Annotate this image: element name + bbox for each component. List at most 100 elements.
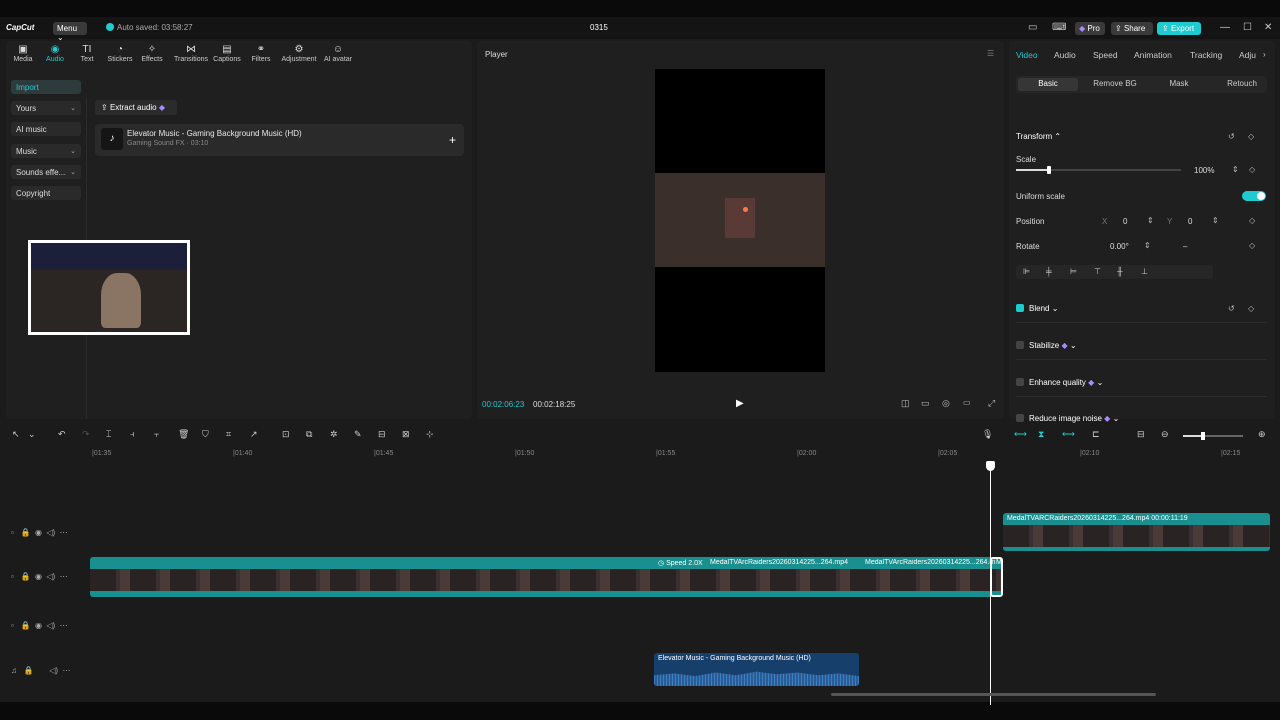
blend-section[interactable]: Blend ⌄ — [1016, 304, 1058, 313]
overlay-video-clip[interactable]: MedalTVARCRaiders20260314225...264.mp4 0… — [1003, 513, 1270, 551]
split-right-icon[interactable]: ⫟ — [154, 429, 159, 440]
tab-transitions[interactable]: ⋈ Transitions — [172, 44, 210, 63]
blend-checkbox[interactable] — [1016, 304, 1024, 312]
sidebar-item-ai-music[interactable]: AI music — [11, 122, 81, 136]
keyframe-icon[interactable]: ◇ — [1249, 216, 1255, 225]
tab-media[interactable]: ▣ Media — [6, 44, 40, 63]
player-menu-icon[interactable]: ☰ — [987, 49, 994, 58]
lock-icon[interactable]: 🔒 — [21, 572, 31, 581]
rotate-minus[interactable]: – — [1183, 242, 1187, 251]
subtab-remove-bg[interactable]: Remove BG — [1084, 79, 1146, 88]
tab-text[interactable]: TI Text — [70, 44, 104, 63]
layout-icon[interactable]: ▭ — [1028, 22, 1037, 33]
tab-tracking[interactable]: Tracking — [1190, 50, 1222, 60]
tab-ai-avatar[interactable]: ☺ AI avatar — [320, 44, 356, 63]
align-left-icon[interactable]: ⊫ — [1023, 267, 1030, 276]
zoom-in-icon[interactable]: ⊕ — [1258, 429, 1266, 440]
track-thumb-icon[interactable]: ▫ — [11, 621, 14, 630]
redo-icon[interactable]: ↷ — [82, 429, 90, 440]
split-icon[interactable]: ⌶ — [106, 429, 111, 440]
pro-button[interactable]: ◆ Pro — [1075, 22, 1105, 35]
subtab-basic[interactable]: Basic — [1018, 78, 1078, 91]
preview-axis-icon[interactable]: ⊏ — [1092, 429, 1100, 440]
tab-audio-props[interactable]: Audio — [1054, 50, 1076, 60]
keyframe-icon[interactable]: ◇ — [1248, 132, 1254, 141]
transform-section[interactable]: Transform ⌃ — [1016, 132, 1061, 141]
share-button[interactable]: ⇪ Share — [1111, 22, 1153, 35]
resize-icon[interactable]: ⊠ — [402, 429, 410, 440]
audio-track-icon[interactable]: ♫ — [11, 666, 17, 675]
keyframe-icon[interactable]: ◇ — [1248, 304, 1254, 313]
speaker-icon[interactable]: ◁) — [46, 528, 55, 537]
tab-adjustment[interactable]: ⚙ Adjustment — [279, 44, 319, 63]
microphone-icon[interactable]: 🎙 — [982, 429, 993, 440]
subtab-mask[interactable]: Mask — [1149, 79, 1209, 88]
stepper-icon[interactable]: ⇕ — [1144, 241, 1151, 250]
more-icon[interactable]: ⋯ — [60, 572, 68, 581]
add-track-button[interactable]: + — [449, 133, 456, 147]
sidebar-item-import[interactable]: Import — [11, 80, 81, 94]
chevron-down-icon[interactable]: ⌄ — [28, 429, 36, 440]
pos-y-input[interactable]: 0 — [1188, 217, 1192, 226]
track-thumb-icon[interactable]: ▫ — [11, 572, 14, 581]
lock-icon[interactable]: 🔒 — [21, 528, 31, 537]
caption-icon[interactable]: ⊟ — [378, 429, 386, 440]
curve-icon[interactable]: ↗ — [250, 429, 258, 440]
tab-animation[interactable]: Animation — [1134, 50, 1172, 60]
magic-icon[interactable]: ✎ — [354, 429, 362, 440]
more-icon[interactable]: ⋯ — [60, 528, 68, 537]
pos-x-input[interactable]: 0 — [1123, 217, 1127, 226]
replace-icon[interactable]: ⊡ — [282, 429, 290, 440]
timeline-scrollbar[interactable] — [831, 693, 1156, 696]
scene-split-icon[interactable]: ⊹ — [426, 429, 434, 440]
tab-adjust[interactable]: Adju — [1239, 50, 1259, 60]
scale-value[interactable]: 100% — [1194, 166, 1214, 175]
close-icon[interactable]: ✕ — [1264, 22, 1272, 33]
keyframe-icon[interactable]: ◇ — [1249, 165, 1255, 174]
sidebar-item-yours[interactable]: Yours ⌄ — [11, 101, 81, 115]
more-icon[interactable]: ⋯ — [62, 666, 70, 675]
stepper-icon[interactable]: ⇕ — [1212, 216, 1219, 225]
selected-clip-outline[interactable] — [990, 557, 1003, 597]
scale-slider-handle[interactable] — [1047, 166, 1051, 174]
link-icon[interactable]: ⟷ — [1062, 429, 1075, 440]
rotate-input[interactable]: 0.00° — [1110, 242, 1129, 251]
reset-icon[interactable]: ↺ — [1228, 132, 1235, 141]
menu-button[interactable]: Menu ⌄ — [53, 22, 87, 42]
stepper-icon[interactable]: ⇕ — [1232, 165, 1239, 174]
ai-edit-icon[interactable]: ✲ — [330, 429, 338, 440]
caption-track-icon[interactable]: ⊟ — [1137, 429, 1145, 440]
eye-icon[interactable]: ◉ — [35, 528, 42, 537]
tab-filters[interactable]: ⚭ Filters — [244, 44, 278, 63]
extract-audio-button[interactable]: ⇪ Extract audio ◆ — [95, 100, 177, 115]
speaker-icon[interactable]: ◁) — [46, 572, 55, 581]
eye-icon[interactable]: ◉ — [35, 621, 42, 630]
enhance-quality-section[interactable]: Enhance quality ◆ ⌄ — [1016, 378, 1103, 387]
zoom-out-icon[interactable]: ⊖ — [1161, 429, 1169, 440]
stabilize-section[interactable]: Stabilize ◆ ⌄ — [1016, 341, 1077, 350]
audio-clip[interactable]: Elevator Music - Gaming Background Music… — [654, 653, 859, 686]
keyboard-icon[interactable]: ⌨ — [1052, 22, 1066, 33]
track-thumb-icon[interactable]: ▫ — [11, 528, 14, 537]
speaker-icon[interactable]: ◁) — [49, 666, 58, 675]
zoom-slider-handle[interactable] — [1201, 432, 1205, 440]
chevron-right-icon[interactable]: › — [1263, 50, 1266, 59]
more-icon[interactable]: ⋯ — [60, 621, 68, 630]
tab-captions[interactable]: ▤ Captions — [210, 44, 244, 63]
magnet-icon[interactable]: ⧗ — [1038, 429, 1044, 440]
reduce-noise-checkbox[interactable] — [1016, 414, 1024, 422]
export-button[interactable]: ⇪ Export — [1157, 22, 1201, 35]
keyframe-icon[interactable]: ◇ — [1249, 241, 1255, 250]
align-right-icon[interactable]: ⊨ — [1070, 267, 1077, 276]
align-center-icon[interactable]: ╪ — [1046, 267, 1052, 276]
full-icon[interactable]: ▭ — [921, 398, 930, 409]
maximize-icon[interactable]: ☐ — [1243, 22, 1252, 33]
video-preview[interactable] — [655, 69, 825, 372]
minimize-icon[interactable]: — — [1220, 22, 1230, 33]
tab-audio[interactable]: ◉ Audio — [38, 44, 72, 63]
playhead-handle[interactable] — [986, 461, 995, 471]
undo-icon[interactable]: ↶ — [58, 429, 66, 440]
audio-track-card[interactable]: ♪ Elevator Music - Gaming Background Mus… — [95, 124, 464, 156]
sidebar-item-copyright[interactable]: Copyright — [11, 186, 81, 200]
fullscreen-icon[interactable]: ⤢ — [988, 398, 995, 409]
